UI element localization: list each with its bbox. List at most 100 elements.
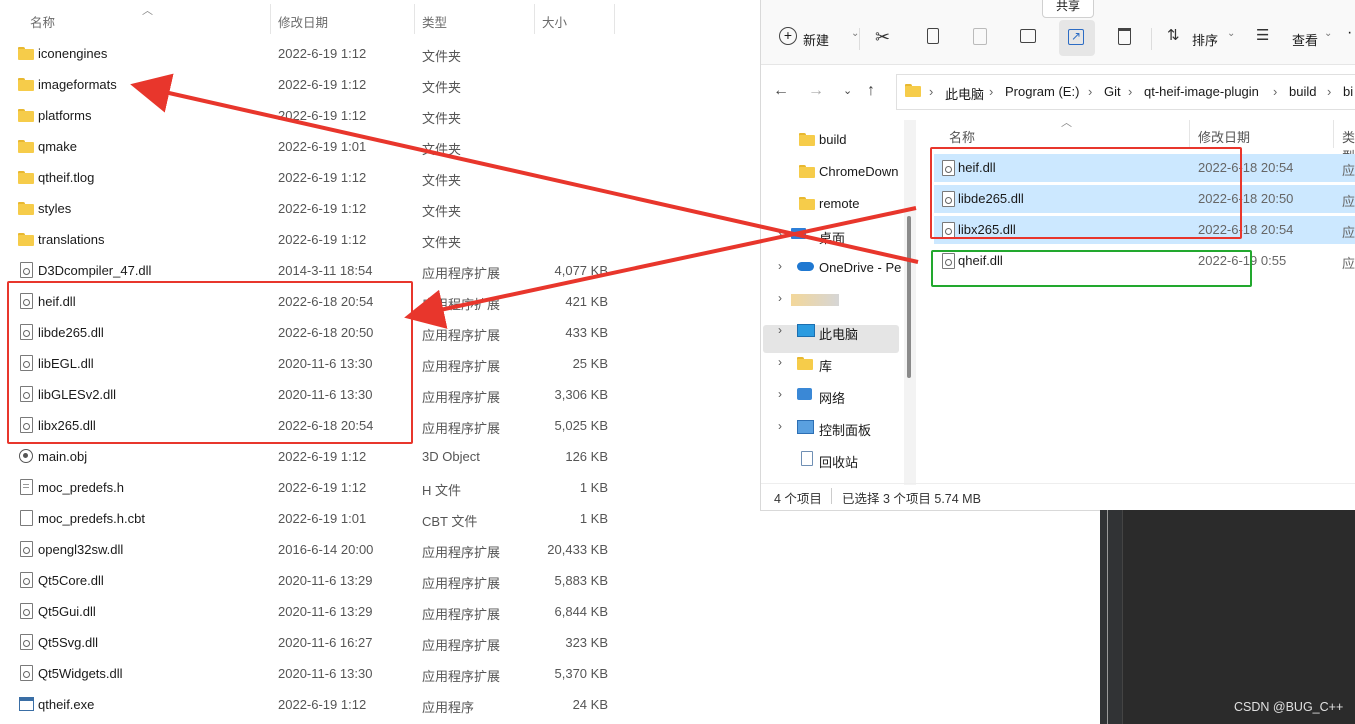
file-type: 应用程序扩展	[422, 390, 501, 405]
selection-status: 已选择 3 个项目 5.74 MB	[842, 492, 981, 506]
column-divider[interactable]	[270, 4, 271, 34]
nav-scrollbar[interactable]	[904, 120, 916, 485]
file-name: iconengines	[38, 46, 108, 61]
breadcrumb-item[interactable]: bi	[1343, 84, 1353, 99]
file-date: 2022-6-19 1:12	[278, 480, 367, 495]
nav-item-label: OneDrive - Pe	[819, 260, 902, 275]
nav-item[interactable]: › 此电脑	[761, 316, 906, 346]
address-bar[interactable]: › 此电脑 › Program (E:) › Git › qt-heif-ima…	[896, 74, 1355, 110]
back-arrow-icon[interactable]: ←	[773, 82, 789, 100]
folder-icon	[18, 202, 34, 215]
nav-item-label: ChromeDown	[819, 164, 899, 179]
file-row[interactable]: qmake 2022-6-19 1:01 文件夹	[0, 131, 640, 162]
column-header-date[interactable]: 修改日期	[1198, 127, 1250, 146]
up-arrow-icon[interactable]: ↑	[867, 82, 875, 100]
sort-up-icon: ︿	[142, 5, 153, 17]
breadcrumb-item[interactable]: Git	[1104, 84, 1121, 99]
red-highlight-box-left	[7, 281, 413, 444]
dll-file-icon	[20, 572, 33, 588]
file-type: 应	[1342, 163, 1355, 178]
plus-circle-icon: +	[779, 27, 797, 45]
delete-icon[interactable]	[1118, 28, 1131, 45]
expand-chevron-icon[interactable]: ›	[778, 355, 782, 369]
file-row[interactable]: iconengines 2022-6-19 1:12 文件夹	[0, 38, 640, 69]
rename-icon[interactable]	[1020, 29, 1036, 43]
breadcrumb-item[interactable]: 此电脑	[945, 84, 984, 103]
file-size: 24 KB	[572, 697, 608, 712]
code-editor-background	[1100, 510, 1355, 724]
file-row[interactable]: styles 2022-6-19 1:12 文件夹	[0, 193, 640, 224]
file-row[interactable]: qtheif.exe 2022-6-19 1:12 应用程序 24 KB	[0, 689, 640, 720]
forward-arrow-icon[interactable]: →	[808, 82, 824, 100]
nav-item[interactable]: ChromeDown	[761, 156, 906, 186]
file-row[interactable]: Qt5Svg.dll 2020-11-6 16:27 应用程序扩展 323 KB	[0, 627, 640, 658]
nav-item[interactable]: remote	[761, 188, 906, 218]
column-header-size[interactable]: 大小	[542, 12, 567, 31]
column-divider[interactable]	[1189, 120, 1190, 148]
nav-item[interactable]: › 控制面板	[761, 412, 906, 442]
application-icon	[19, 697, 34, 711]
file-date: 2022-6-19 1:12	[278, 201, 367, 216]
file-size: 3,306 KB	[554, 387, 609, 402]
file-row[interactable]: imageformats 2022-6-19 1:12 文件夹	[0, 69, 640, 100]
file-row[interactable]: qtheif.tlog 2022-6-19 1:12 文件夹	[0, 162, 640, 193]
blank-file-icon	[20, 510, 33, 526]
column-divider[interactable]	[534, 4, 535, 34]
file-row[interactable]: opengl32sw.dll 2016-6-14 20:00 应用程序扩展 20,43…	[0, 534, 640, 565]
file-row[interactable]: translations 2022-6-19 1:12 文件夹	[0, 224, 640, 255]
expand-chevron-icon[interactable]: ›	[778, 291, 782, 305]
nav-item[interactable]: › 网络	[761, 380, 906, 410]
column-header-name[interactable]: 名称	[949, 127, 975, 146]
nav-item[interactable]: › 桌面	[761, 220, 906, 250]
file-size: 5,370 KB	[554, 666, 609, 681]
nav-item[interactable]: build	[761, 124, 906, 154]
expand-chevron-icon[interactable]: ›	[778, 419, 782, 433]
expand-chevron-icon[interactable]: ›	[778, 323, 782, 337]
expand-chevron-icon[interactable]: ›	[778, 387, 782, 401]
nav-item-label: remote	[819, 196, 860, 211]
cut-icon[interactable]: ✂	[875, 27, 890, 48]
scrollbar-thumb[interactable]	[907, 216, 911, 378]
breadcrumb-item[interactable]: qt-heif-image-plugin	[1144, 84, 1259, 99]
view-button[interactable]: ☰ 查看 ⌄	[1256, 22, 1332, 54]
file-name: moc_predefs.h	[38, 480, 124, 495]
file-row[interactable]: moc_predefs.h 2022-6-19 1:12 H 文件 1 KB	[0, 472, 640, 503]
new-button[interactable]: + 新建 ⌄	[779, 22, 859, 54]
nav-item[interactable]: › 库	[761, 348, 906, 378]
column-header-type[interactable]: 类型	[422, 12, 447, 31]
breadcrumb-separator: ›	[1128, 84, 1133, 99]
sort-button[interactable]: ⇅ 排序 ⌄	[1167, 22, 1237, 54]
copy-icon[interactable]	[927, 28, 939, 44]
share-button[interactable]: ↗	[1059, 20, 1095, 56]
column-divider[interactable]	[614, 4, 615, 34]
recycle-bin-icon	[801, 451, 813, 466]
file-name: styles	[38, 201, 72, 216]
breadcrumb-item[interactable]: Program (E:)	[1005, 84, 1079, 99]
file-row[interactable]: Qt5Gui.dll 2020-11-6 13:29 应用程序扩展 6,844 KB	[0, 596, 640, 627]
status-separator	[831, 488, 832, 504]
nav-item[interactable]: ›	[761, 284, 906, 314]
nav-item[interactable]: › OneDrive - Pe	[761, 252, 906, 282]
column-header-date[interactable]: 修改日期	[278, 12, 328, 31]
paste-icon[interactable]	[973, 28, 987, 45]
breadcrumb-separator: ›	[989, 84, 994, 99]
nav-item[interactable]: 回收站	[761, 444, 906, 474]
onedrive-icon	[797, 262, 814, 271]
file-row[interactable]: Qt5Widgets.dll 2020-11-6 13:30 应用程序扩展 5,370…	[0, 658, 640, 689]
more-options-icon[interactable]: ·	[1347, 24, 1352, 42]
column-divider[interactable]	[1333, 120, 1334, 148]
expand-chevron-icon[interactable]: ›	[778, 259, 782, 273]
dll-file-icon	[20, 665, 33, 681]
file-row[interactable]: main.obj 2022-6-19 1:12 3D Object 126 KB	[0, 441, 640, 472]
folder-icon	[18, 140, 34, 153]
file-name: D3Dcompiler_47.dll	[38, 263, 152, 278]
breadcrumb-item[interactable]: build	[1289, 84, 1316, 99]
file-row[interactable]: platforms 2022-6-19 1:12 文件夹	[0, 100, 640, 131]
column-divider[interactable]	[414, 4, 415, 34]
file-row[interactable]: moc_predefs.h.cbt 2022-6-19 1:01 CBT 文件 1 K…	[0, 503, 640, 534]
column-header-name[interactable]: 名称	[30, 12, 55, 31]
expand-chevron-icon[interactable]: ›	[778, 227, 782, 241]
file-type: 应用程序扩展	[422, 576, 501, 591]
file-row[interactable]: Qt5Core.dll 2020-11-6 13:29 应用程序扩展 5,883 KB	[0, 565, 640, 596]
recent-chevron-icon[interactable]: ⌄	[843, 84, 852, 97]
